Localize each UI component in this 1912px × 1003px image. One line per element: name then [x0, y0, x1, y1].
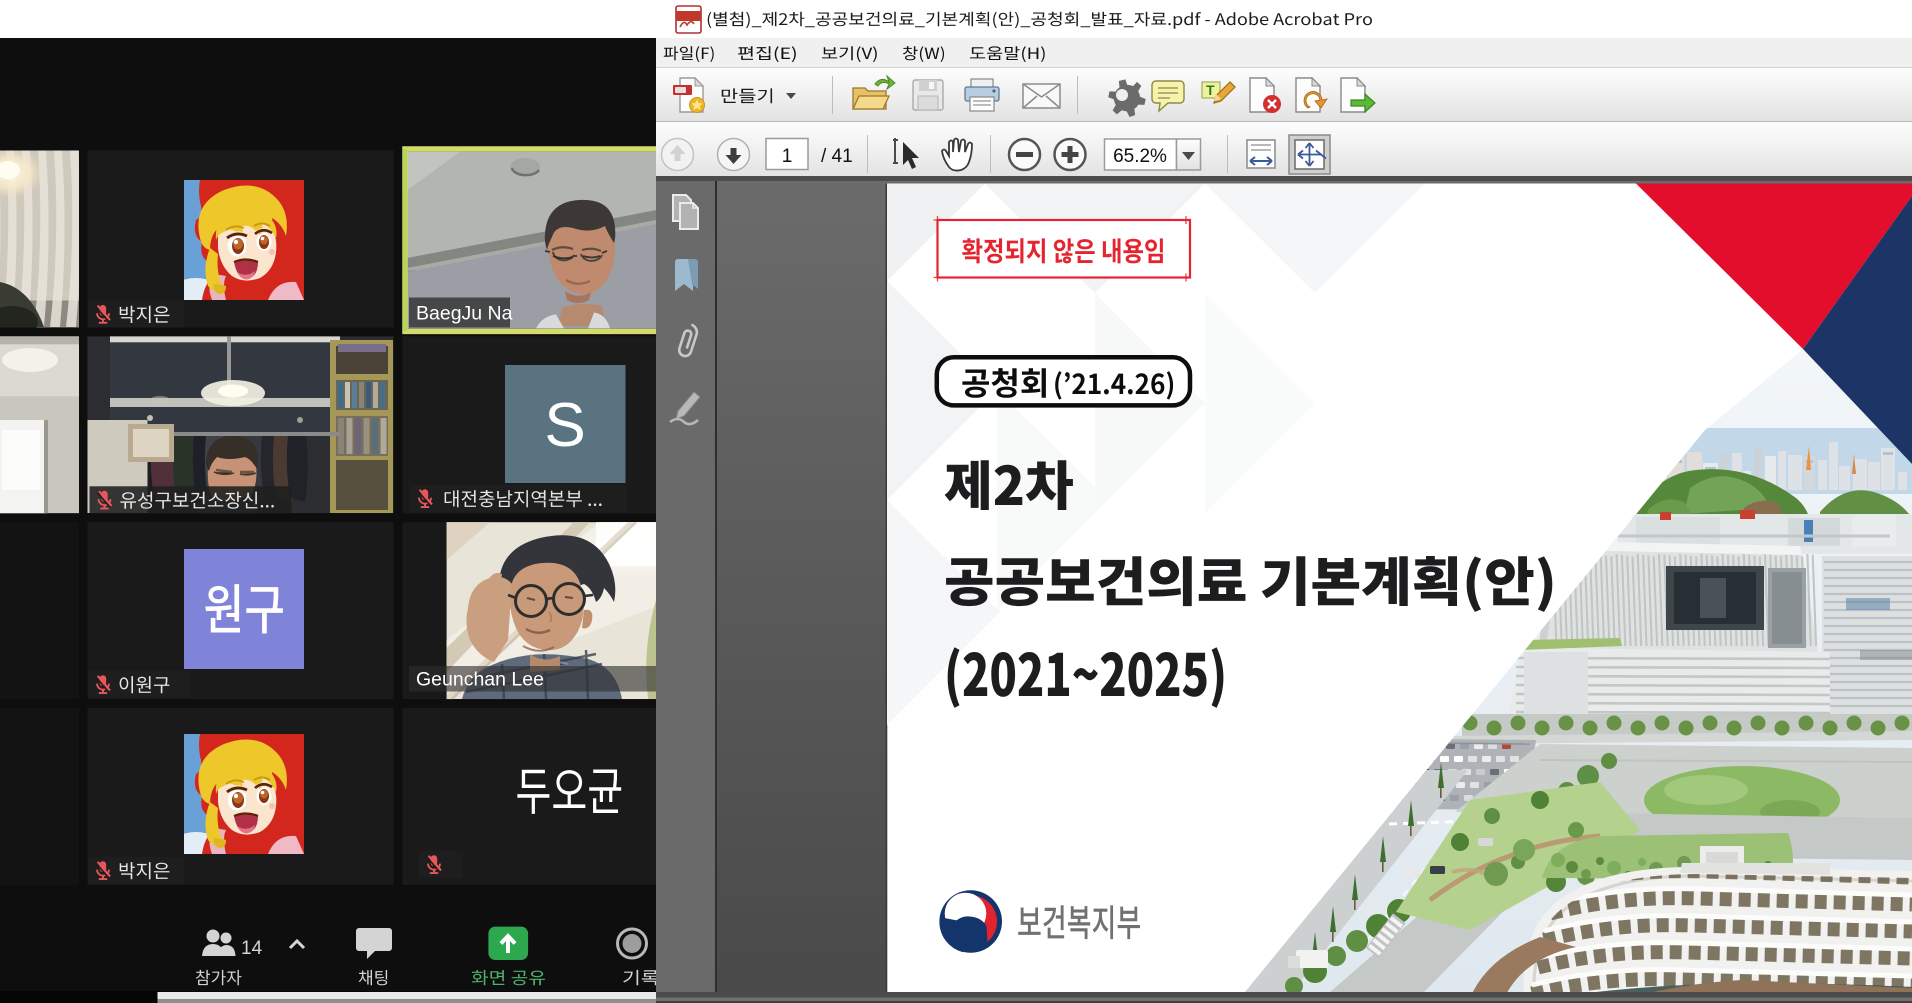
svg-text:BaegJu Na: BaegJu Na — [416, 303, 513, 325]
svg-text:T: T — [1206, 82, 1215, 98]
svg-text:/ 41: / 41 — [821, 146, 853, 167]
svg-text:Geunchan Lee: Geunchan Lee — [416, 669, 544, 691]
svg-text:1: 1 — [782, 146, 793, 167]
svg-text:S: S — [544, 391, 585, 460]
svg-text:14: 14 — [241, 938, 263, 959]
svg-text:65.2%: 65.2% — [1113, 146, 1167, 167]
